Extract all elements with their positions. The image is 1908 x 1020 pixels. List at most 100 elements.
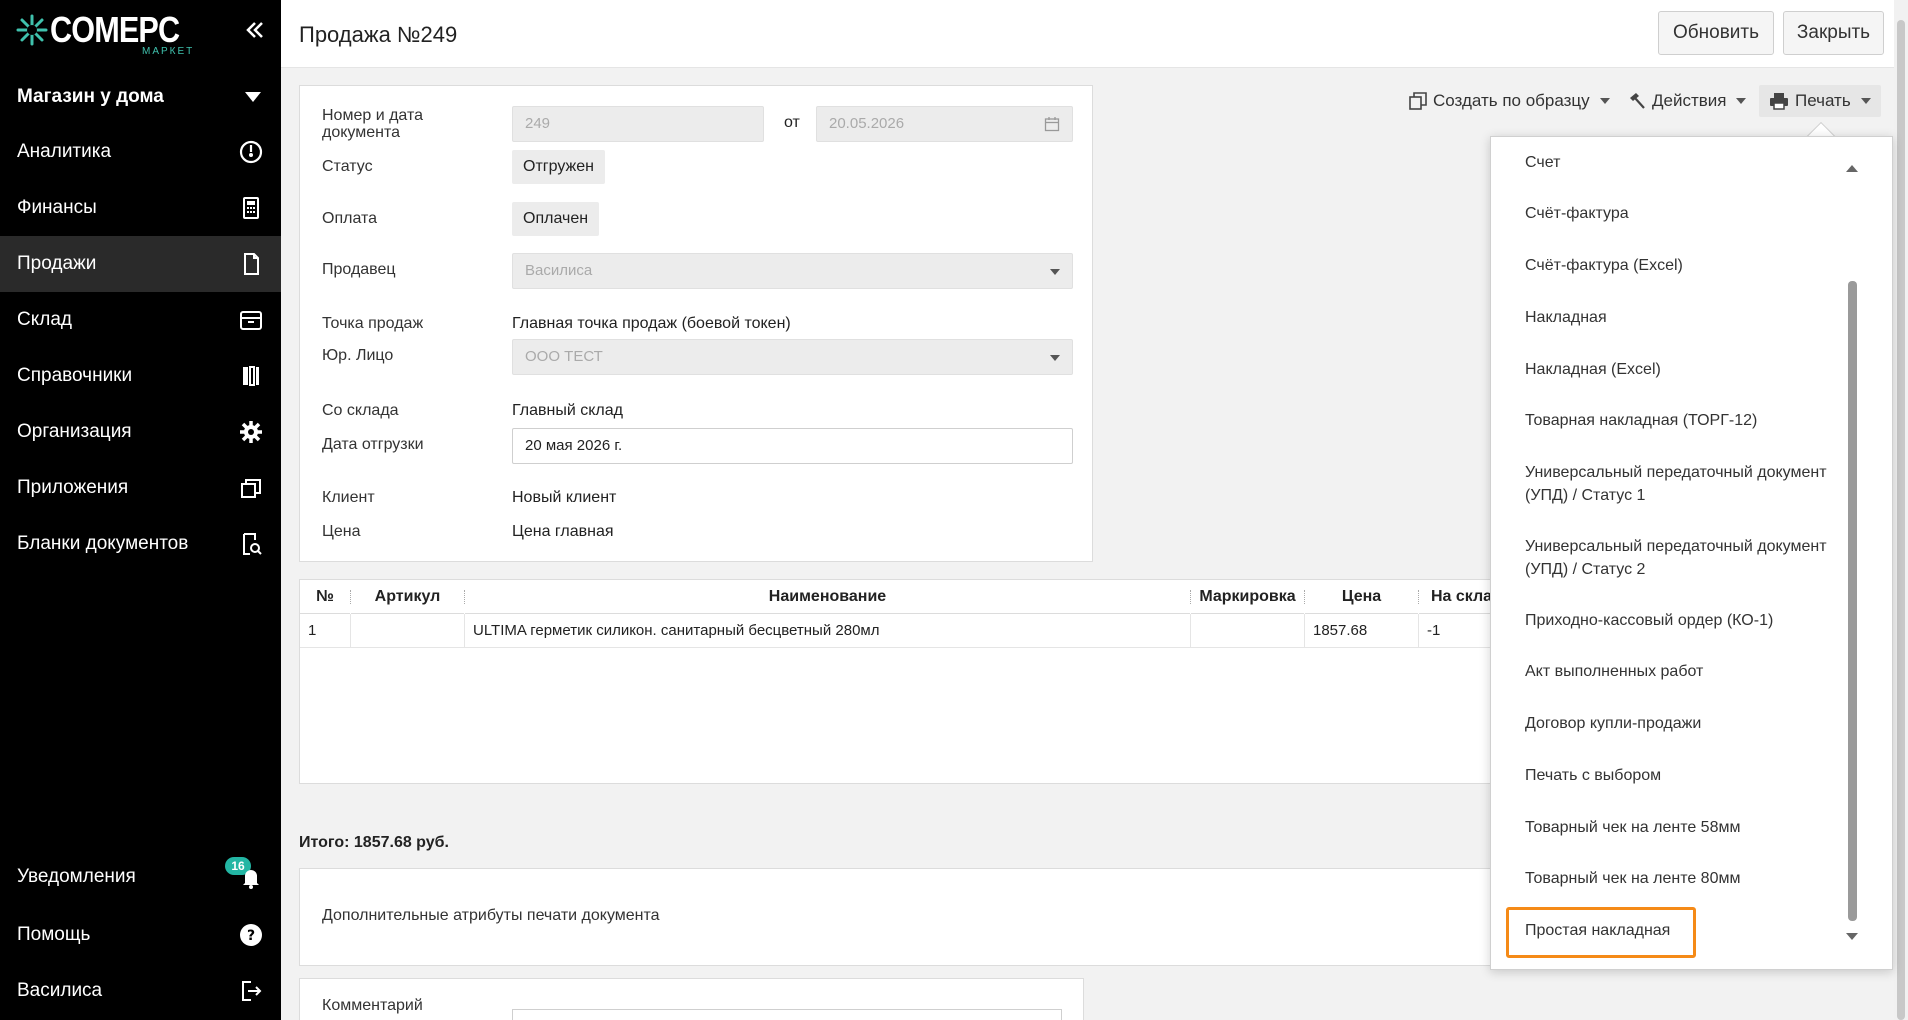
svg-text:?: ?	[247, 928, 255, 944]
column-header-marking[interactable]: Маркировка	[1191, 580, 1304, 614]
status-label: Статус	[322, 158, 373, 175]
print-button[interactable]: Печать	[1759, 85, 1881, 117]
bell-icon	[237, 863, 265, 891]
print-menu-item-cash-receipt-order[interactable]: Приходно-кассовый ордер (КО-1)	[1525, 609, 1845, 632]
print-menu-item-waybill[interactable]: Накладная	[1525, 306, 1845, 329]
sidebar-item-sales[interactable]: Продажи	[0, 236, 281, 292]
column-header-price[interactable]: Цена	[1305, 580, 1418, 614]
hammer-icon	[1630, 93, 1645, 109]
status-badge[interactable]: Отгружен	[512, 150, 605, 184]
price-value: Цена главная	[512, 523, 614, 540]
comment-panel: Комментарий	[299, 978, 1084, 1020]
page-header: Продажа №249 Обновить Закрыть	[281, 0, 1908, 68]
sidebar-item-notifications[interactable]: Уведомления 16	[0, 849, 281, 905]
print-menu-item-tax-invoice[interactable]: Счёт-фактура	[1525, 202, 1845, 225]
sidebar-item-doc-templates[interactable]: Бланки документов	[0, 516, 281, 572]
column-header-name[interactable]: Наименование	[465, 580, 1190, 614]
payment-label: Оплата	[322, 210, 378, 227]
print-menu-item-sale-contract[interactable]: Договор купли-продажи	[1525, 712, 1845, 735]
sidebar-item-finance[interactable]: Финансы	[0, 180, 281, 236]
scroll-up-icon[interactable]	[1846, 165, 1858, 172]
table-cell-stock: -1	[1419, 614, 1500, 648]
table-cell-sku	[351, 614, 465, 648]
print-menu-item-tax-invoice-excel[interactable]: Счёт-фактура (Excel)	[1525, 254, 1845, 277]
document-icon	[237, 250, 265, 278]
sidebar-item-label: Склад	[17, 309, 72, 330]
doc-date-value: 20.05.2026	[829, 115, 905, 132]
legal-entity-select[interactable]: ООО ТЕСТ	[512, 339, 1073, 375]
print-menu-item-receipt-58mm[interactable]: Товарный чек на ленте 58мм	[1525, 816, 1845, 839]
print-menu-item-simple-waybill[interactable]: Простая накладная	[1525, 919, 1845, 942]
items-table: № Артикул Наименование Маркировка Цена Н…	[299, 579, 1500, 784]
doc-number-label: Номер и дата документа	[322, 107, 424, 141]
store-name: Магазин у дома	[17, 86, 164, 107]
sidebar-item-references[interactable]: Справочники	[0, 348, 281, 404]
sidebar-item-label: Справочники	[17, 365, 133, 386]
doc-number-input[interactable]: 249	[512, 106, 764, 142]
sidebar-item-label: Помощь	[17, 924, 91, 945]
print-menu-item-work-act[interactable]: Акт выполненных работ	[1525, 660, 1845, 683]
column-header-stock[interactable]: На склад	[1419, 580, 1500, 614]
copy-icon	[1409, 92, 1427, 110]
refresh-button[interactable]: Обновить	[1658, 11, 1774, 55]
sidebar: COMEPC МАРКЕТ Магазин у дома Аналитика Ф…	[0, 0, 281, 1020]
close-button[interactable]: Закрыть	[1783, 11, 1884, 55]
table-cell-name[interactable]: ULTIMA герметик силикон. санитарный бесц…	[465, 614, 1191, 648]
collapse-sidebar-icon[interactable]	[240, 16, 268, 44]
legal-entity-label: Юр. Лицо	[322, 347, 394, 364]
seller-select[interactable]: Василиса	[512, 253, 1073, 289]
chevron-down-icon	[1050, 355, 1060, 361]
calendar-icon[interactable]	[1044, 116, 1060, 132]
create-from-template-label: Создать по образцу	[1433, 91, 1590, 110]
print-menu-item-upd-status1[interactable]: Универсальный передаточный документ (УПД…	[1525, 461, 1845, 507]
printer-icon	[1770, 93, 1788, 110]
sidebar-item-label: Аналитика	[17, 141, 112, 162]
print-menu-item-torg12[interactable]: Товарная накладная (ТОРГ-12)	[1525, 409, 1845, 432]
column-header-number[interactable]: №	[300, 580, 350, 614]
scroll-down-icon[interactable]	[1846, 933, 1858, 940]
actions-button[interactable]: Действия	[1628, 85, 1747, 117]
chevron-down-icon	[1599, 98, 1610, 104]
seller-label: Продавец	[322, 261, 396, 278]
box-icon	[237, 306, 265, 334]
sidebar-item-label: Василиса	[17, 980, 103, 1001]
print-menu-item-invoice[interactable]: Счет	[1525, 151, 1845, 174]
print-menu-item-upd-status2[interactable]: Универсальный передаточный документ (УПД…	[1525, 535, 1845, 581]
sidebar-item-label: Уведомления	[17, 866, 136, 887]
page-scrollbar[interactable]	[1894, 0, 1908, 1020]
sidebar-item-warehouse[interactable]: Склад	[0, 292, 281, 348]
table-cell-marking	[1191, 614, 1305, 648]
store-selector[interactable]: Магазин у дома	[0, 72, 281, 122]
sidebar-item-user[interactable]: Василиса	[0, 963, 281, 1019]
comment-input[interactable]	[512, 1009, 1062, 1020]
doc-date-input[interactable]: 20.05.2026	[816, 106, 1073, 142]
sidebar-item-help[interactable]: Помощь ?	[0, 907, 281, 963]
print-menu-item-waybill-excel[interactable]: Накладная (Excel)	[1525, 358, 1845, 381]
print-attributes-panel[interactable]: Дополнительные атрибуты печати документа	[299, 868, 1499, 966]
client-value[interactable]: Новый клиент	[512, 489, 616, 507]
sidebar-item-apps[interactable]: Приложения	[0, 460, 281, 516]
create-from-template-button[interactable]: Создать по образцу	[1409, 85, 1610, 117]
logout-icon[interactable]	[237, 977, 265, 1005]
sidebar-item-organization[interactable]: Организация	[0, 404, 281, 460]
page-scrollbar-thumb[interactable]	[1897, 20, 1905, 1020]
pos-label: Точка продаж	[322, 315, 424, 332]
column-header-sku[interactable]: Артикул	[351, 580, 464, 614]
doc-date-from-label: от	[784, 114, 800, 131]
payment-badge[interactable]: Оплачен	[512, 202, 600, 236]
client-label: Клиент	[322, 489, 375, 506]
calculator-icon	[237, 194, 265, 222]
sidebar-item-analytics[interactable]: Аналитика	[0, 124, 281, 180]
print-menu-item-print-selection[interactable]: Печать с выбором	[1525, 764, 1845, 787]
print-menu-scrollbar[interactable]	[1848, 281, 1857, 921]
gear-icon	[237, 418, 265, 446]
table-cell-price: 1857.68	[1305, 614, 1419, 648]
logo-star-icon	[16, 14, 48, 46]
brand-logo[interactable]: COMEPC МАРКЕТ	[16, 12, 202, 60]
ship-date-input[interactable]: 20 мая 2026 г.	[512, 428, 1073, 464]
warehouse-value: Главный склад	[512, 402, 623, 419]
print-menu-item-receipt-80mm[interactable]: Товарный чек на ленте 80мм	[1525, 867, 1845, 890]
table-cell-number: 1	[300, 614, 351, 648]
print-label: Печать	[1795, 91, 1851, 110]
help-icon: ?	[237, 921, 265, 949]
